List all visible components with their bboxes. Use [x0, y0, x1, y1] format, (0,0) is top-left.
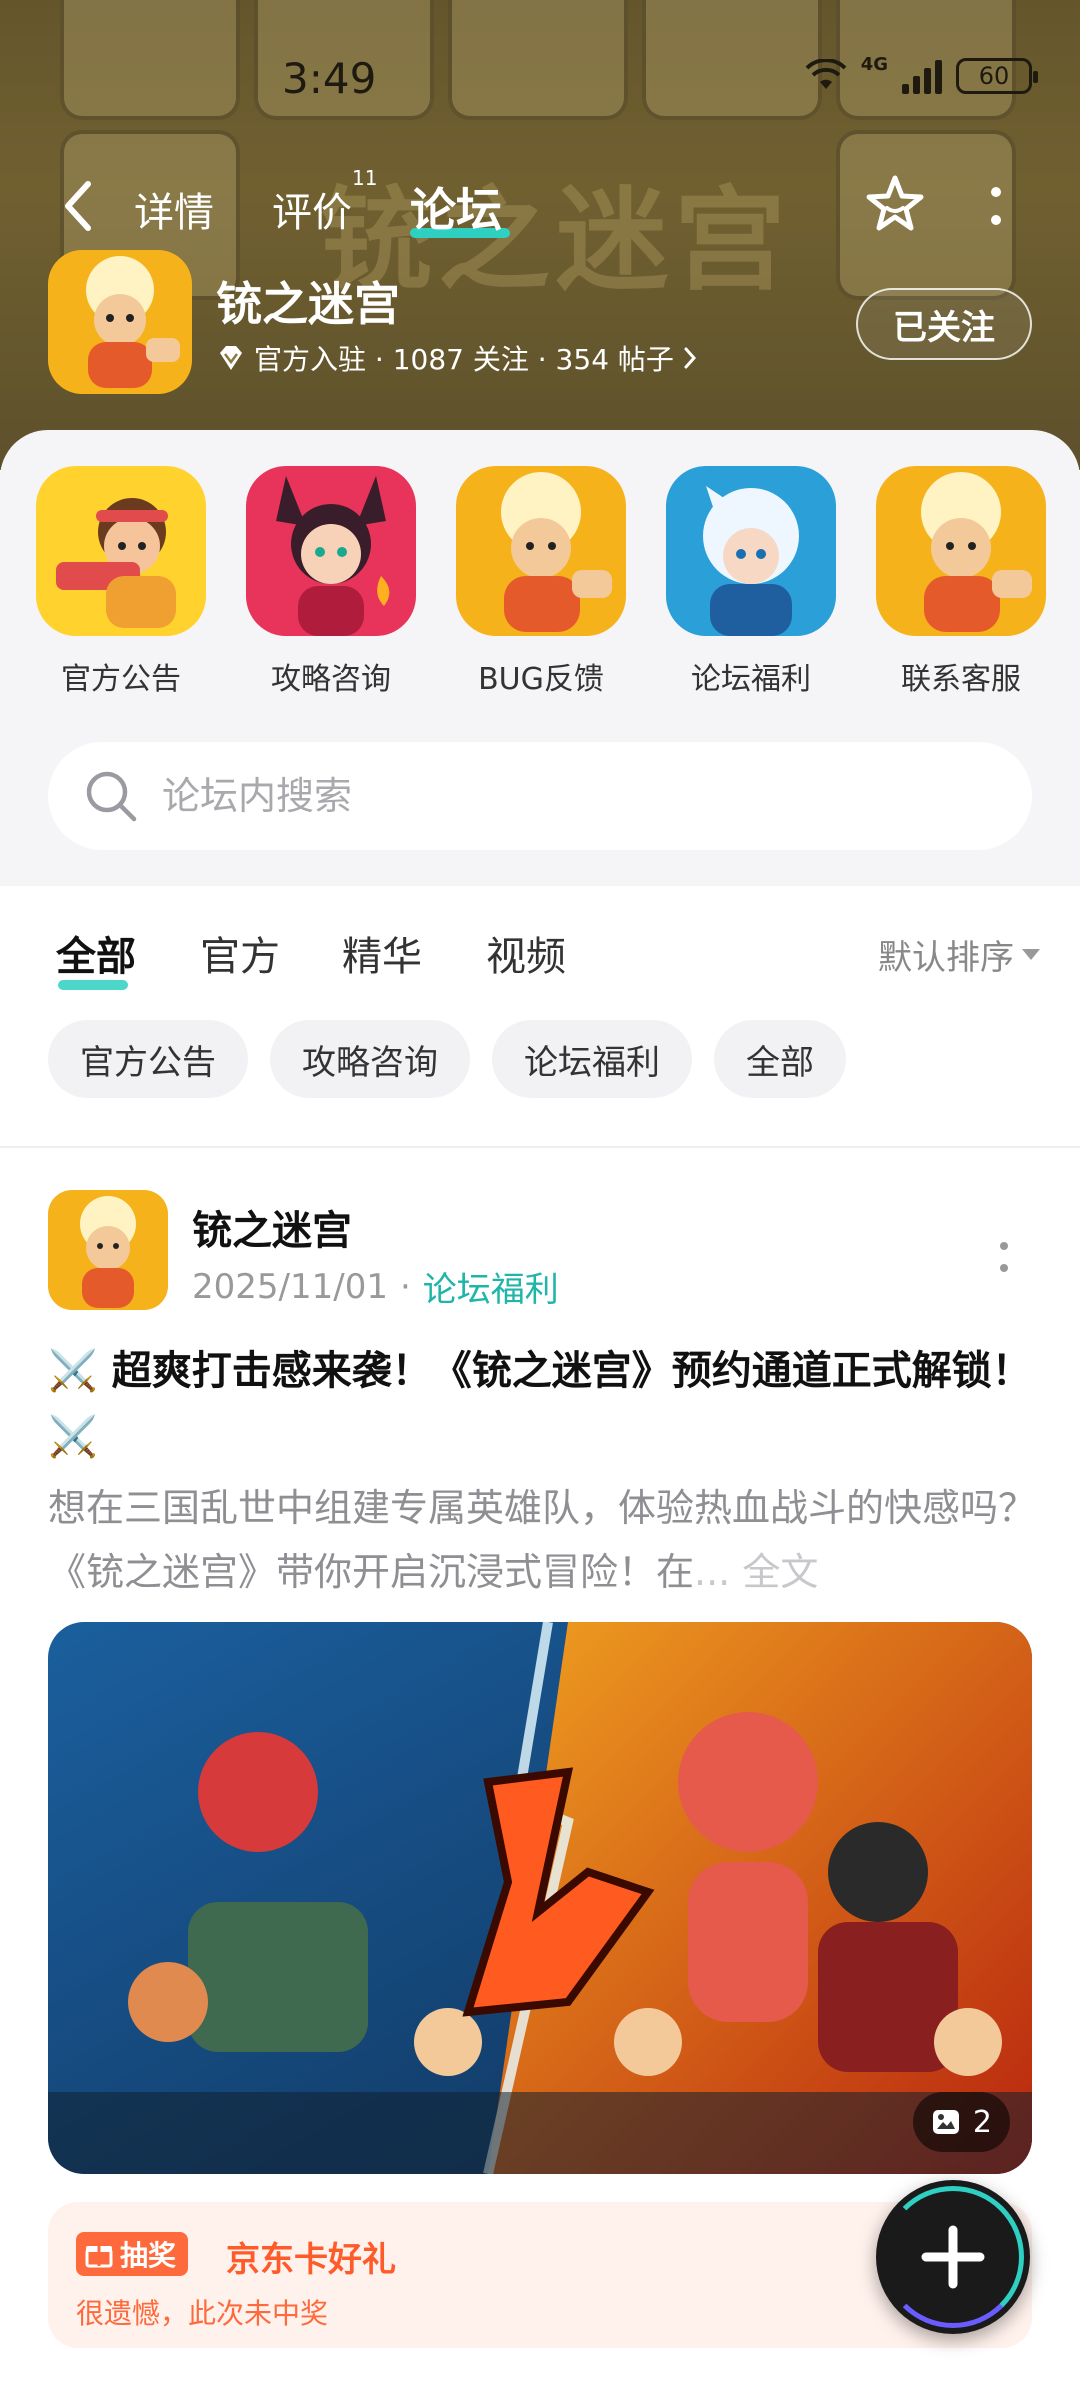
- battery-icon: 60: [956, 58, 1038, 94]
- post-author-name[interactable]: 铳之迷宫: [192, 1198, 352, 1256]
- versus-battle-illustration: [48, 1622, 1032, 2174]
- lottery-badge: 抽奖: [76, 2232, 189, 2276]
- game-meta[interactable]: 官方入驻 · 1087 关注 · 354 帖子: [216, 338, 698, 378]
- network-type: 4G: [860, 53, 888, 75]
- chip-forum-welfare[interactable]: 论坛福利: [492, 1020, 692, 1098]
- game-name: 铳之迷宫: [216, 277, 400, 331]
- post-image[interactable]: 2: [48, 1622, 1032, 2174]
- sort-label: 默认排序: [878, 938, 1014, 978]
- shortcut-bug-report[interactable]: BUG反馈: [456, 466, 626, 698]
- filter-tab-official[interactable]: 官方: [200, 924, 280, 982]
- fab-ring: [882, 2186, 1024, 2328]
- monk-avatar-icon: [876, 466, 1046, 636]
- post-more-icon[interactable]: [998, 1240, 1010, 1274]
- image-count: 2: [972, 2104, 992, 2140]
- fox-girl-avatar-icon: [246, 466, 416, 636]
- search-icon: [86, 771, 137, 822]
- shortcut-label: BUG反馈: [478, 662, 604, 697]
- reviews-count-badge: 11: [352, 166, 378, 190]
- create-post-button[interactable]: [876, 2180, 1030, 2334]
- image-icon: [932, 2110, 959, 2134]
- gift-icon: [85, 2246, 113, 2268]
- category-chips: 官方公告 攻略咨询 论坛福利 全部: [48, 1020, 846, 1098]
- follow-button[interactable]: 已关注: [856, 288, 1032, 360]
- full-text-link[interactable]: 全文: [742, 1550, 818, 1594]
- favorite-star-icon[interactable]: [862, 172, 928, 238]
- post-author-avatar[interactable]: [48, 1190, 168, 1310]
- post-body-text: 想在三国乱世中组建专属英雄队，体验热血战斗的快感吗？《铳之迷宫》带你开启沉浸式冒…: [48, 1486, 1037, 1594]
- status-bar: 3:49 4G 60: [0, 50, 1080, 110]
- shortcut-customer-service[interactable]: 联系客服: [876, 466, 1046, 698]
- monk-character-icon: [48, 250, 192, 394]
- ice-mage-avatar-icon: [666, 466, 836, 636]
- monk-character-icon: [48, 1190, 168, 1310]
- filter-tabs: 全部 官方 精华 视频 默认排序: [0, 916, 1080, 996]
- post-excerpt[interactable]: 想在三国乱世中组建专属英雄队，体验热血战斗的快感吗？《铳之迷宫》带你开启沉浸式冒…: [48, 1476, 1038, 1604]
- game-info-row: 铳之迷宫 官方入驻 · 1087 关注 · 354 帖子 已关注: [0, 250, 1080, 400]
- back-arrow-icon[interactable]: [58, 176, 98, 236]
- filter-tab-video[interactable]: 视频: [486, 924, 566, 982]
- shortcut-label: 联系客服: [901, 662, 1021, 697]
- tab-details[interactable]: 详情: [134, 180, 214, 238]
- lottery-title: 京东卡好礼: [226, 2240, 396, 2280]
- filter-tab-featured[interactable]: 精华: [342, 924, 422, 982]
- post-tag[interactable]: 论坛福利: [423, 1262, 559, 1311]
- shortcut-forum-welfare[interactable]: 论坛福利: [666, 466, 836, 698]
- chip-strategy[interactable]: 攻略咨询: [270, 1020, 470, 1098]
- lottery-result: 很遗憾，此次未中奖: [76, 2297, 329, 2330]
- chip-official-notice[interactable]: 官方公告: [48, 1020, 248, 1098]
- meta-separator: ·: [399, 1266, 411, 1307]
- top-nav: 详情 评价 11 论坛: [0, 160, 1080, 250]
- post-title[interactable]: ⚔️ 超爽打击感来袭！《铳之迷宫》预约通道正式解锁！ ⚔️: [48, 1338, 1038, 1470]
- game-avatar[interactable]: [48, 250, 192, 394]
- image-count-badge: 2: [912, 2092, 1010, 2152]
- shortcut-official-notice[interactable]: 官方公告: [36, 466, 206, 698]
- signal-icon: [902, 58, 942, 94]
- post-meta: 2025/11/01 · 论坛福利: [192, 1262, 559, 1311]
- tab-forum[interactable]: 论坛: [410, 174, 502, 240]
- shortcut-strategy[interactable]: 攻略咨询: [246, 466, 416, 698]
- forum-search-bar[interactable]: [48, 742, 1032, 850]
- more-options-icon[interactable]: [988, 184, 1004, 228]
- chevron-right-icon: [684, 347, 696, 369]
- post-date: 2025/11/01: [192, 1266, 388, 1307]
- lottery-badge-label: 抽奖: [120, 2239, 177, 2272]
- shortcut-row: 官方公告 攻略咨询 BUG反馈 论坛福利 联系客服: [0, 466, 1080, 698]
- shortcut-label: 官方公告: [61, 662, 181, 697]
- chip-all[interactable]: 全部: [714, 1020, 846, 1098]
- filter-tab-all[interactable]: 全部: [56, 924, 136, 982]
- monk-avatar-icon: [456, 466, 626, 636]
- wifi-icon: [805, 59, 847, 89]
- divider: [0, 1146, 1080, 1148]
- caret-down-icon: [1022, 949, 1040, 960]
- shortcut-label: 论坛福利: [691, 662, 811, 697]
- gunner-avatar-icon: [36, 466, 206, 636]
- bottom-nav-peek: [0, 2375, 1080, 2400]
- forum-header: 铳之迷宫 3:49 4G 60 详情 评价 11 论坛 铳之迷宫 官方入驻 · …: [0, 0, 1080, 470]
- verified-diamond-icon: [220, 346, 242, 370]
- tab-reviews[interactable]: 评价: [272, 180, 352, 238]
- status-time: 3:49: [282, 54, 377, 103]
- search-input[interactable]: [162, 774, 962, 818]
- filter-tab-underline: [58, 980, 128, 990]
- status-icons: 4G 60: [805, 54, 1038, 94]
- post-list-area: 全部 官方 精华 视频 默认排序 官方公告 攻略咨询 论坛福利 全部 铳之迷宫 …: [0, 886, 1080, 2400]
- sort-dropdown[interactable]: 默认排序: [878, 930, 1040, 979]
- game-meta-text: 官方入驻 · 1087 关注 · 354 帖子: [254, 343, 674, 376]
- shortcut-label: 攻略咨询: [271, 662, 391, 697]
- post-ellipsis: ...: [694, 1550, 743, 1594]
- battery-level: 60: [978, 62, 1010, 90]
